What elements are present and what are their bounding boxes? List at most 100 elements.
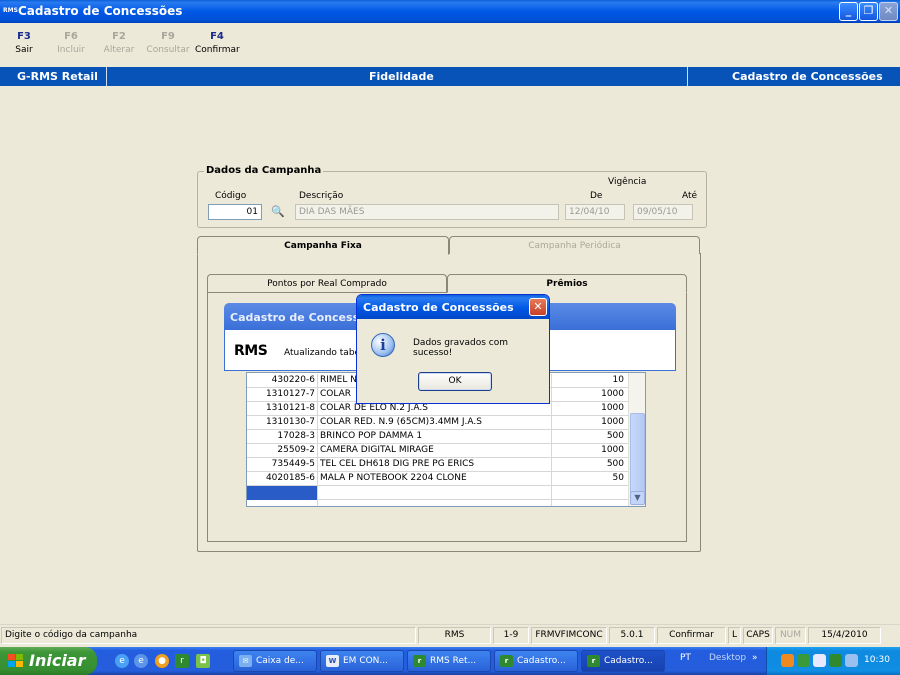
progress-message: Atualizando tabel: [284, 348, 363, 358]
item-description-cell: MALA P NOTEBOOK 2204 CLONE: [320, 472, 552, 486]
rms-app-icon: r: [500, 655, 513, 667]
module-name: Fidelidade: [369, 70, 434, 83]
desktop-toolbar-label[interactable]: Desktop: [709, 653, 746, 663]
ate-label: Até: [682, 191, 698, 201]
scrollbar-thumb[interactable]: [630, 413, 645, 493]
status-caps: CAPS: [743, 627, 773, 644]
tray-sound-icon[interactable]: [813, 654, 826, 667]
item-description-cell: TEL CEL DH618 DIG PRE PG ERICS: [320, 458, 552, 472]
status-l: L: [728, 627, 741, 644]
tray-network-icon[interactable]: [797, 654, 810, 667]
window-title: Cadastro de Concessões: [18, 4, 183, 18]
task-label: RMS Ret...: [430, 656, 477, 666]
toolbar-expand-icon[interactable]: »: [752, 653, 758, 663]
minimize-button[interactable]: _: [839, 2, 858, 21]
codigo-field[interactable]: 01: [208, 204, 262, 220]
table-row[interactable]: 4020185-6 MALA P NOTEBOOK 2204 CLONE 50: [247, 472, 628, 486]
item-code-cell: 1310130-7: [247, 416, 318, 430]
toolbar-alterar-button[interactable]: F2 Alterar: [102, 31, 136, 55]
empty-cell: [320, 486, 552, 500]
tray-flame-icon[interactable]: [781, 654, 794, 667]
toolbar-confirmar-button[interactable]: F4 Confirmar: [195, 31, 240, 55]
toolbar-sair-button[interactable]: F3 Sair: [12, 31, 36, 55]
toolbar-incluir-button[interactable]: F6 Incluir: [56, 31, 86, 55]
binoculars-search-icon[interactable]: 🔍: [271, 205, 285, 218]
start-button[interactable]: Iniciar: [0, 647, 97, 675]
group-title: Dados da Campanha: [204, 165, 324, 176]
item-code-cell: 1310121-8: [247, 402, 318, 416]
fkey-action: Sair: [15, 45, 33, 55]
app-quicklaunch-icon[interactable]: ◘: [196, 654, 210, 668]
vigencia-ate-field[interactable]: 09/05/10: [633, 204, 693, 220]
rms-app-icon: r: [587, 655, 600, 667]
maximize-button[interactable]: ❐: [859, 2, 878, 21]
table-row[interactable]: 1310130-7 COLAR RED. N.9 (65CM)3.4MM J.A.…: [247, 416, 628, 430]
task-rms-retail[interactable]: r RMS Ret...: [407, 650, 491, 672]
system-tray: 10:30: [766, 647, 900, 675]
vigencia-label: Vigência: [608, 177, 647, 187]
language-indicator[interactable]: PT: [680, 653, 691, 663]
task-caixa[interactable]: ✉ Caixa de...: [233, 650, 317, 672]
item-description-cell: COLAR RED. N.9 (65CM)3.4MM J.A.S: [320, 416, 552, 430]
new-entry-row[interactable]: [247, 486, 628, 500]
item-code-cell: 4020185-6: [247, 472, 318, 486]
window-titlebar[interactable]: RMS Cadastro de Concessões _ ❐ ✕: [0, 0, 900, 23]
dialog-titlebar[interactable]: Cadastro de Concessões: [357, 295, 549, 319]
table-row[interactable]: 25509-2 CAMERA DIGITAL MIRAGE 1000: [247, 444, 628, 458]
grid-scrollbar[interactable]: ▼: [628, 373, 645, 506]
close-icon: ✕: [883, 4, 894, 17]
media-quicklaunch-icon[interactable]: ●: [155, 654, 169, 668]
task-label: Cadastro...: [517, 656, 566, 666]
table-row[interactable]: 1310121-8 COLAR DE ELO N.2 J.A.S 1000: [247, 402, 628, 416]
table-row[interactable]: 17028-3 BRINCO POP DAMMA 1 500: [247, 430, 628, 444]
fkey-action: Consultar: [146, 45, 190, 55]
message-box-dialog: Cadastro de Concessões ✕ i Dados gravado…: [356, 294, 550, 404]
empty-cell: [320, 500, 552, 506]
toolbar-consultar-button[interactable]: F9 Consultar: [146, 31, 190, 55]
tab-premios[interactable]: Prêmios: [447, 274, 687, 293]
item-description-cell: COLAR DE ELO N.2 J.A.S: [320, 402, 552, 416]
clock[interactable]: 10:30: [864, 655, 890, 665]
item-points-cell: 50: [612, 473, 624, 483]
tab-pontos-por-real[interactable]: Pontos por Real Comprado: [207, 274, 447, 292]
scroll-down-icon[interactable]: ▼: [630, 491, 645, 505]
task-cadastro-1[interactable]: r Cadastro...: [494, 650, 578, 672]
ie-quicklaunch-icon[interactable]: e: [115, 654, 129, 668]
minimize-icon: _: [845, 4, 852, 17]
tray-rms-icon[interactable]: [829, 654, 842, 667]
function-key-toolbar: F3 Sair F6 Incluir F2 Alterar F9 Consult…: [0, 23, 900, 65]
status-hint: Digite o código da campanha: [1, 627, 416, 644]
screen-name: Cadastro de Concessões: [732, 70, 883, 83]
descricao-field[interactable]: DIA DAS MÃES: [295, 204, 559, 220]
vigencia-de-field[interactable]: 12/04/10: [565, 204, 625, 220]
item-points-cell: 10: [612, 375, 624, 385]
tray-monitor-icon[interactable]: [845, 654, 858, 667]
dialog-close-button[interactable]: ✕: [529, 298, 547, 316]
rms-quicklaunch-icon[interactable]: r: [175, 654, 189, 668]
close-button[interactable]: ✕: [879, 2, 898, 21]
empty-cell: [553, 500, 626, 506]
table-row[interactable]: [247, 500, 628, 506]
item-points-cell: 1000: [601, 445, 624, 455]
fkey-action: Incluir: [57, 45, 85, 55]
item-code-cell: 735449-5: [247, 458, 318, 472]
ok-button[interactable]: OK: [418, 372, 492, 391]
browser-quicklaunch-icon[interactable]: e: [134, 654, 148, 668]
word-doc-icon: W: [326, 655, 339, 667]
item-points-cell: 500: [606, 459, 624, 469]
table-row[interactable]: 735449-5 TEL CEL DH618 DIG PRE PG ERICS 50…: [247, 458, 628, 472]
task-cadastro-2[interactable]: r Cadastro...: [581, 650, 665, 672]
tab-campanha-fixa[interactable]: Campanha Fixa: [197, 236, 449, 255]
maximize-icon: ❐: [863, 4, 874, 17]
tab-campanha-periodica[interactable]: Campanha Periódica: [449, 236, 700, 254]
rms-app-icon: r: [413, 655, 426, 667]
de-label: De: [590, 191, 603, 201]
task-em-con[interactable]: W EM CON...: [320, 650, 404, 672]
module-header-band: G-RMS Retail Fidelidade Cadastro de Conc…: [0, 67, 900, 86]
band-divider: [106, 67, 107, 86]
item-code-cell: 17028-3: [247, 430, 318, 444]
status-version: 5.0.1: [609, 627, 655, 644]
band-divider: [687, 67, 688, 86]
codigo-label: Código: [215, 191, 247, 201]
windows-taskbar: Iniciar e e ● r ◘ ✉ Caixa de... W EM CON…: [0, 647, 900, 675]
